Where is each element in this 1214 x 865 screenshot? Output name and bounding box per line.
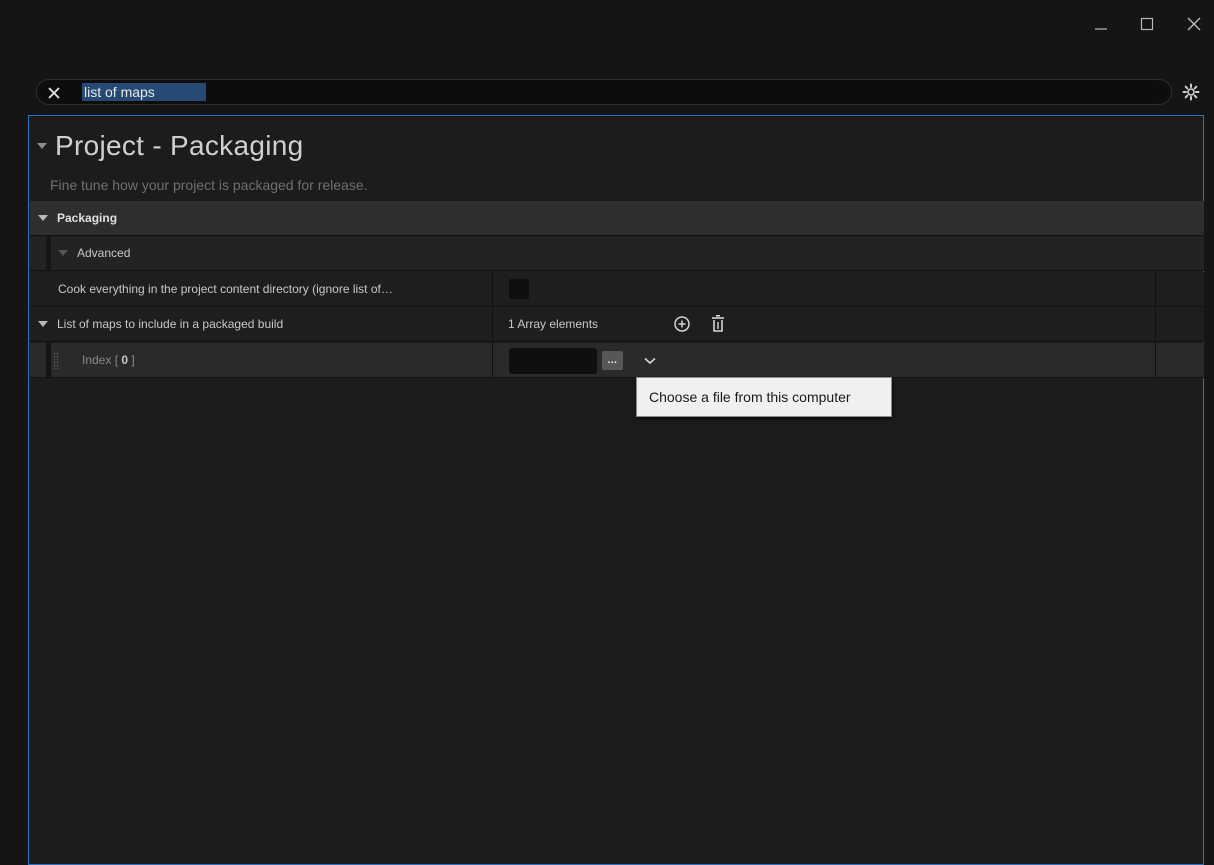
property-row-maps-list: List of maps to include in a packaged bu… bbox=[30, 307, 1204, 342]
array-element-row: Index [ 0 ] ... bbox=[30, 343, 1204, 379]
minimize-icon[interactable] bbox=[1087, 10, 1115, 38]
map-asset-field[interactable] bbox=[509, 348, 597, 374]
expand-triangle-icon bbox=[38, 321, 48, 327]
indent-bar bbox=[46, 343, 51, 379]
details-panel: Project - Packaging Fine tune how your p… bbox=[28, 115, 1204, 865]
search-bar bbox=[36, 79, 1172, 105]
drag-handle-icon[interactable] bbox=[53, 352, 59, 370]
category-header[interactable]: Packaging bbox=[38, 211, 117, 225]
indent-bar bbox=[46, 236, 51, 271]
advanced-row[interactable]: Advanced bbox=[30, 236, 1204, 271]
property-label: Cook everything in the project content d… bbox=[58, 282, 393, 296]
array-count: 1 Array elements bbox=[508, 317, 599, 331]
gear-icon[interactable] bbox=[1180, 81, 1202, 103]
collapse-triangle-icon bbox=[37, 143, 47, 149]
category-label: Packaging bbox=[57, 211, 118, 225]
index-suffix: ] bbox=[128, 353, 135, 367]
close-icon[interactable] bbox=[1180, 10, 1208, 38]
expand-triangle-icon bbox=[38, 215, 48, 221]
column-divider bbox=[1155, 272, 1156, 307]
browse-file-button[interactable]: ... bbox=[602, 351, 623, 370]
category-row-packaging[interactable]: Packaging bbox=[30, 201, 1204, 236]
property-row-cook-everything: Cook everything in the project content d… bbox=[30, 272, 1204, 307]
advanced-header[interactable]: Advanced bbox=[58, 246, 130, 260]
chevron-down-icon[interactable] bbox=[642, 353, 658, 369]
section-description: Fine tune how your project is packaged f… bbox=[50, 177, 368, 193]
column-divider[interactable] bbox=[492, 307, 493, 342]
maximize-icon[interactable] bbox=[1133, 10, 1161, 38]
property-label: List of maps to include in a packaged bu… bbox=[57, 317, 284, 331]
cook-everything-checkbox[interactable] bbox=[509, 279, 529, 299]
plus-circle-icon[interactable] bbox=[671, 313, 693, 335]
search-input[interactable] bbox=[82, 83, 206, 101]
expand-triangle-icon bbox=[58, 250, 68, 256]
clear-search-icon[interactable] bbox=[45, 84, 63, 102]
maps-list-header[interactable]: List of maps to include in a packaged bu… bbox=[38, 317, 468, 331]
column-divider[interactable] bbox=[492, 343, 493, 378]
column-divider bbox=[1155, 343, 1156, 378]
section-header[interactable]: Project - Packaging bbox=[37, 130, 304, 162]
advanced-label: Advanced bbox=[77, 246, 131, 260]
page-title: Project - Packaging bbox=[55, 130, 304, 161]
index-prefix: Index [ bbox=[82, 353, 122, 367]
column-divider[interactable] bbox=[492, 272, 493, 307]
trash-icon[interactable] bbox=[707, 313, 729, 335]
array-index-label: Index [ 0 ] bbox=[82, 353, 135, 367]
column-divider bbox=[1155, 307, 1156, 342]
browse-tooltip: Choose a file from this computer bbox=[636, 377, 892, 417]
title-bar bbox=[0, 0, 1214, 60]
settings-window: Project - Packaging Fine tune how your p… bbox=[0, 0, 1214, 865]
